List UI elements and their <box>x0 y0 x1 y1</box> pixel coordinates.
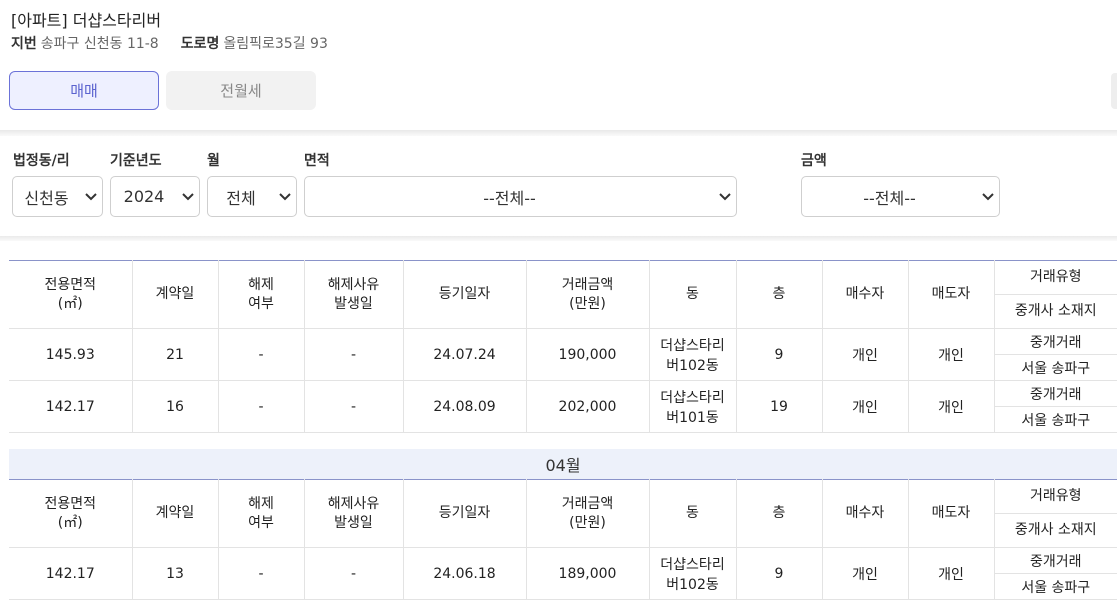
cell-cancel-date: - <box>304 328 404 381</box>
col-header-area: 전용면적 (㎡) <box>9 479 133 548</box>
chevron-down-icon <box>714 192 736 201</box>
cell-day: 16 <box>132 380 219 433</box>
col-header-agent-loc: 중개사 소재지 <box>994 294 1117 329</box>
cell-agent-loc: 서울 송파구 <box>994 406 1117 433</box>
cell-building: 더샵스타리 버102동 <box>649 547 737 600</box>
col-header-seller: 매도자 <box>908 479 995 548</box>
tab-sale[interactable]: 매매 <box>9 71 159 110</box>
address-line: 지번 송파구 신천동 11-8 도로명 올림픽로35길 93 <box>11 33 328 53</box>
col-header-building: 동 <box>649 260 737 329</box>
month-label: 월 <box>207 153 220 169</box>
col-header-cancel: 해제 여부 <box>218 479 305 548</box>
cell-price: 190,000 <box>526 328 650 381</box>
cell-price: 202,000 <box>526 380 650 433</box>
cell-reg-date: 24.07.24 <box>403 328 527 381</box>
cell-building: 더샵스타리 버102동 <box>649 328 737 381</box>
cell-deal-type: 중개거래 <box>994 328 1117 355</box>
cell-agent-loc: 서울 송파구 <box>994 354 1117 381</box>
year-select-value: 2024 <box>123 187 165 206</box>
jibun-value: 송파구 신천동 11-8 <box>40 36 159 52</box>
cell-area: 145.93 <box>9 328 133 381</box>
cell-buyer: 개인 <box>822 328 909 381</box>
road-value: 올림픽로35길 93 <box>223 36 328 52</box>
table-row: 142.17 13 - - 24.06.18 189,000 더샵스타리 버10… <box>9 547 1117 600</box>
dong-select-value: 신천동 <box>24 188 69 208</box>
cell-seller: 개인 <box>908 547 995 600</box>
month-select-value: 전체 <box>226 188 256 208</box>
dong-label: 법정동/리 <box>13 153 70 169</box>
page-title: [아파트] 더샵스타리버 <box>11 11 162 30</box>
cell-seller: 개인 <box>908 380 995 433</box>
col-header-floor: 층 <box>736 479 823 548</box>
dong-select[interactable]: 신천동 <box>12 176 103 217</box>
col-header-price: 거래금액 (만원) <box>526 260 650 329</box>
chevron-down-icon <box>80 192 102 201</box>
table-row: 145.93 21 - - 24.07.24 190,000 더샵스타리 버10… <box>9 328 1117 381</box>
cell-area: 142.17 <box>9 547 133 600</box>
year-label: 기준년도 <box>110 153 162 169</box>
col-header-contract-day: 계약일 <box>132 479 219 548</box>
cell-cancel: - <box>218 328 305 381</box>
chevron-down-icon <box>274 192 296 201</box>
col-header-cancel-date: 해제사유 발생일 <box>304 260 404 329</box>
edge-tab[interactable] <box>1111 73 1117 109</box>
cell-deal-type: 중개거래 <box>994 547 1117 574</box>
month-select[interactable]: 전체 <box>207 176 297 217</box>
col-header-cancel: 해제 여부 <box>218 260 305 329</box>
col-header-reg-date: 등기일자 <box>403 479 527 548</box>
area-select-value: --전체-- <box>483 188 536 208</box>
col-header-cancel-date: 해제사유 발생일 <box>304 479 404 548</box>
year-select[interactable]: 2024 <box>110 176 200 217</box>
col-header-contract-day: 계약일 <box>132 260 219 329</box>
month-group-header: 04월 <box>9 449 1117 479</box>
cell-floor: 19 <box>736 380 823 433</box>
price-label: 금액 <box>801 153 827 169</box>
table-row: 142.17 16 - - 24.08.09 202,000 더샵스타리 버10… <box>9 380 1117 433</box>
transaction-table: 전용면적 (㎡) 계약일 해제 여부 해제사유 발생일 등기일자 거래금액 (만… <box>9 260 1117 433</box>
chevron-down-icon <box>177 192 199 201</box>
area-select[interactable]: --전체-- <box>304 176 737 217</box>
chevron-down-icon <box>977 192 999 201</box>
cell-cancel: - <box>218 380 305 433</box>
cell-reg-date: 24.06.18 <box>403 547 527 600</box>
cell-buyer: 개인 <box>822 547 909 600</box>
area-label: 면적 <box>304 153 330 169</box>
cell-buyer: 개인 <box>822 380 909 433</box>
cell-seller: 개인 <box>908 328 995 381</box>
col-header-floor: 층 <box>736 260 823 329</box>
col-header-reg-date: 등기일자 <box>403 260 527 329</box>
col-header-building: 동 <box>649 479 737 548</box>
cell-area: 142.17 <box>9 380 133 433</box>
col-header-area: 전용면적 (㎡) <box>9 260 133 329</box>
col-header-deal-type: 거래유형 <box>994 260 1117 295</box>
col-header-buyer: 매수자 <box>822 260 909 329</box>
cell-agent-loc: 서울 송파구 <box>994 573 1117 600</box>
page-header: [아파트] 더샵스타리버 지번 송파구 신천동 11-8 도로명 올림픽로35길 93… <box>0 0 1117 130</box>
cell-building: 더샵스타리 버101동 <box>649 380 737 433</box>
transaction-table: 전용면적 (㎡) 계약일 해제 여부 해제사유 발생일 등기일자 거래금액 (만… <box>9 479 1117 600</box>
road-label: 도로명 <box>180 36 220 52</box>
filter-bar: 법정동/리 기준년도 월 면적 금액 신천동 2024 전체 --전체-- --… <box>0 136 1117 236</box>
price-select[interactable]: --전체-- <box>801 176 1000 217</box>
cell-day: 13 <box>132 547 219 600</box>
col-header-agent-loc: 중개사 소재지 <box>994 513 1117 548</box>
cell-floor: 9 <box>736 547 823 600</box>
cell-reg-date: 24.08.09 <box>403 380 527 433</box>
col-header-price: 거래금액 (만원) <box>526 479 650 548</box>
cell-floor: 9 <box>736 328 823 381</box>
cell-cancel: - <box>218 547 305 600</box>
col-header-seller: 매도자 <box>908 260 995 329</box>
cell-day: 21 <box>132 328 219 381</box>
cell-deal-type: 중개거래 <box>994 380 1117 407</box>
cell-price: 189,000 <box>526 547 650 600</box>
jibun-label: 지번 <box>11 36 37 52</box>
col-header-buyer: 매수자 <box>822 479 909 548</box>
divider <box>0 236 1117 241</box>
cell-cancel-date: - <box>304 380 404 433</box>
col-header-deal-type: 거래유형 <box>994 479 1117 514</box>
cell-cancel-date: - <box>304 547 404 600</box>
tab-rent[interactable]: 전월세 <box>166 71 316 110</box>
price-select-value: --전체-- <box>863 188 916 208</box>
